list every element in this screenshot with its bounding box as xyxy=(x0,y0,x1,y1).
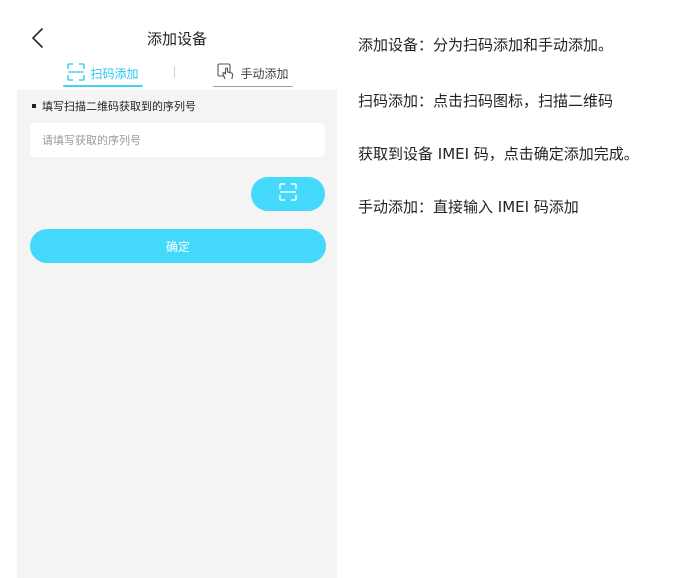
page-title: 添加设备 xyxy=(146,30,207,48)
serial-hint-text: 填写扫描二维码获取到的序列号 xyxy=(42,100,196,113)
bullet-icon xyxy=(32,104,36,108)
scan-button[interactable] xyxy=(251,177,325,211)
tab-underline xyxy=(213,86,293,87)
scan-frame-icon xyxy=(67,62,86,84)
tab-scan-add[interactable]: 扫码添加 xyxy=(63,60,143,87)
tab-manual-add[interactable]: 手动添加 xyxy=(213,60,293,87)
top-bar: 添加设备 扫码添加 手动添加 xyxy=(17,0,337,90)
active-tab-underline xyxy=(63,85,143,87)
serial-hint: 填写扫描二维码获取到的序列号 xyxy=(32,98,196,114)
tab-divider xyxy=(174,66,175,78)
note-line-2: 扫码添加：点击扫码图标，扫描二维码 xyxy=(358,92,614,110)
phone-screen: 添加设备 扫码添加 手动添加 填写扫描二维码获取到的序列号 请填写获取的序列号 … xyxy=(17,0,337,578)
confirm-button[interactable]: 确定 xyxy=(30,229,326,263)
tab-manual-add-label: 手动添加 xyxy=(240,66,289,81)
note-line-4: 手动添加：直接输入 IMEI 码添加 xyxy=(358,198,579,216)
note-line-1: 添加设备：分为扫码添加和手动添加。 xyxy=(358,36,614,54)
add-method-tabs: 扫码添加 手动添加 xyxy=(17,56,337,90)
note-line-3: 获取到设备 IMEI 码，点击确定添加完成。 xyxy=(358,145,639,163)
scan-frame-icon xyxy=(278,182,298,206)
tab-scan-add-label: 扫码添加 xyxy=(90,66,139,81)
hand-tap-icon xyxy=(217,62,235,84)
serial-input[interactable] xyxy=(30,123,312,157)
serial-field xyxy=(30,123,325,157)
